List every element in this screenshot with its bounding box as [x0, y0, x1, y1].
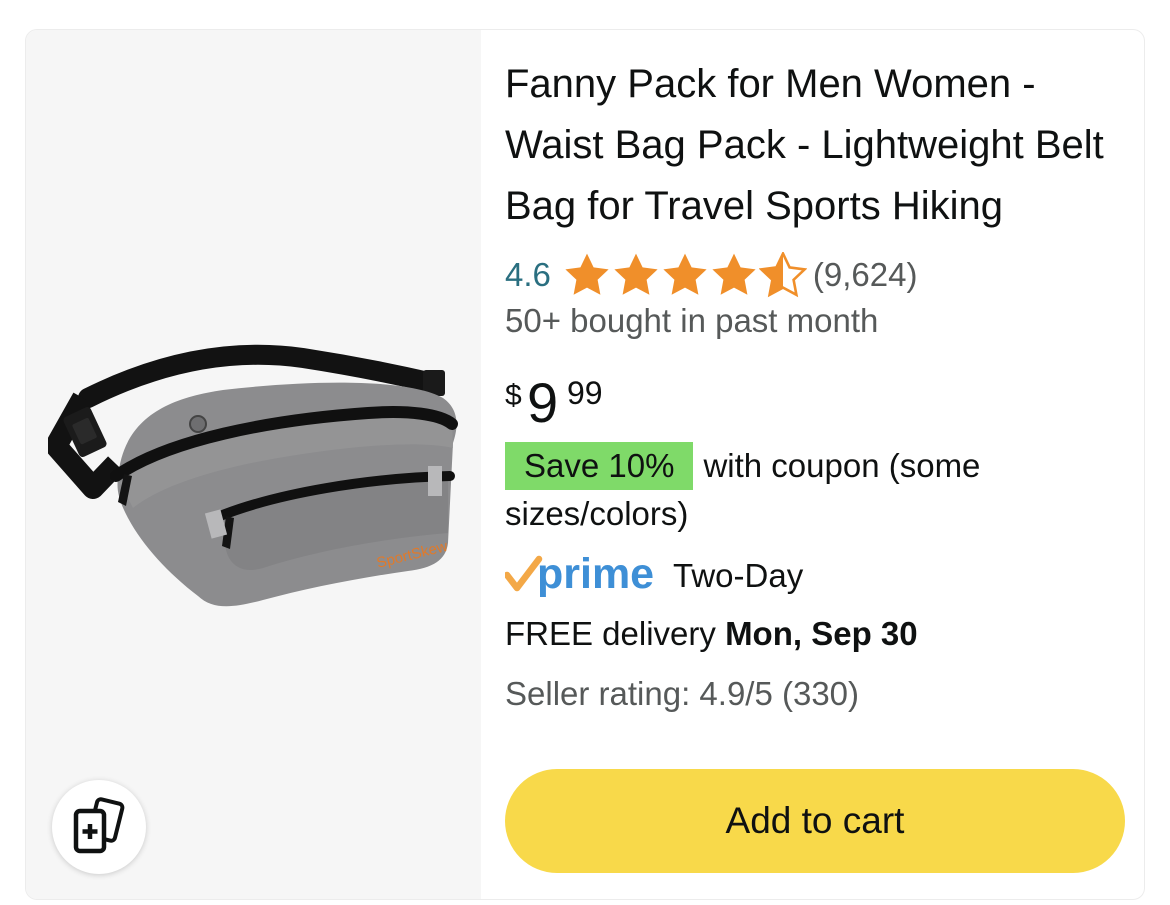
rating-count[interactable]: (9,624) — [813, 256, 918, 294]
product-info: Fanny Pack for Men Women - Waist Bag Pac… — [505, 30, 1130, 899]
seller-rating: Seller rating: 4.9/5 (330) — [505, 675, 860, 712]
delivery-date: Mon, Sep 30 — [725, 615, 918, 652]
compare-cards-icon — [73, 797, 125, 854]
coupon: Save 10% with coupon (some sizes/colors) — [505, 442, 1085, 538]
star-rating[interactable] — [563, 252, 808, 298]
product-card[interactable]: SportSkew Fanny Pack for Men Women - Wai… — [25, 29, 1145, 900]
prime-row: prime Two-Day — [505, 550, 803, 602]
rating-value[interactable]: 4.6 — [505, 256, 551, 294]
half-star-icon — [758, 252, 807, 298]
rating-row[interactable]: 4.6 (9,624) — [505, 250, 917, 300]
delivery-info: FREE delivery Mon, Sep 30 — [505, 615, 918, 653]
prime-speed: Two-Day — [673, 557, 804, 594]
svg-text:prime: prime — [537, 550, 654, 598]
add-to-cart-button[interactable]: Add to cart — [505, 769, 1125, 873]
price-whole: 9 — [527, 371, 559, 434]
bought-in-past-month: 50+ bought in past month — [505, 302, 879, 339]
product-image-pane[interactable]: SportSkew — [26, 30, 481, 899]
compare-button[interactable] — [52, 780, 146, 874]
star-icon — [712, 253, 756, 295]
delivery-prefix: FREE delivery — [505, 615, 716, 652]
prime-logo: prime — [505, 550, 654, 598]
price-symbol: $ — [505, 379, 522, 412]
star-icon — [614, 253, 658, 295]
star-icon — [663, 253, 707, 295]
product-image[interactable]: SportSkew — [48, 328, 460, 648]
prime-check-icon — [505, 555, 543, 592]
price-fraction: 99 — [567, 375, 603, 411]
coupon-badge[interactable]: Save 10% — [505, 442, 694, 490]
star-icon — [565, 253, 609, 295]
product-title[interactable]: Fanny Pack for Men Women - Waist Bag Pac… — [505, 54, 1130, 237]
